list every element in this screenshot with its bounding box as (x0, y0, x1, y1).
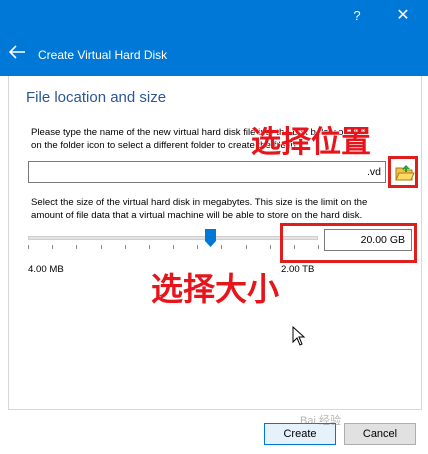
slider-tick (221, 245, 222, 249)
slider-min-label: 4.00 MB (28, 264, 64, 275)
watermark-logo: Bai 经验 (300, 415, 341, 427)
folder-highlight-box (388, 156, 418, 188)
slider-tick (101, 245, 102, 249)
slider-tick (149, 245, 150, 249)
slider-tick (76, 245, 77, 249)
back-arrow-icon[interactable] (7, 44, 27, 60)
size-slider-thumb[interactable] (205, 229, 217, 247)
slider-tick (28, 245, 29, 249)
slider-tick (270, 245, 271, 249)
size-description: Select the size of the virtual hard disk… (31, 197, 368, 221)
slider-tick (125, 245, 126, 249)
mouse-cursor-icon (292, 326, 306, 346)
cancel-button[interactable]: Cancel (344, 423, 416, 445)
help-button[interactable]: ? (346, 6, 368, 26)
slider-max-label: 2.00 TB (281, 264, 315, 275)
size-highlight-box (280, 223, 417, 263)
size-annotation: 选择大小 (150, 270, 280, 309)
dialog-title: Create Virtual Hard Disk (38, 48, 168, 62)
title-bar: Create Virtual Hard Disk ? ✕ (0, 0, 428, 76)
file-location-input[interactable]: .vd (28, 161, 386, 183)
slider-tick (197, 245, 198, 249)
close-button[interactable]: ✕ (392, 6, 414, 26)
section-title: File location and size (26, 89, 167, 106)
slider-tick (52, 245, 53, 249)
size-slider-track[interactable] (28, 236, 318, 240)
slider-tick (173, 245, 174, 249)
slider-tick (246, 245, 247, 249)
location-annotation: 选择位置 (251, 125, 372, 161)
file-extension-text: .vd (366, 166, 381, 178)
